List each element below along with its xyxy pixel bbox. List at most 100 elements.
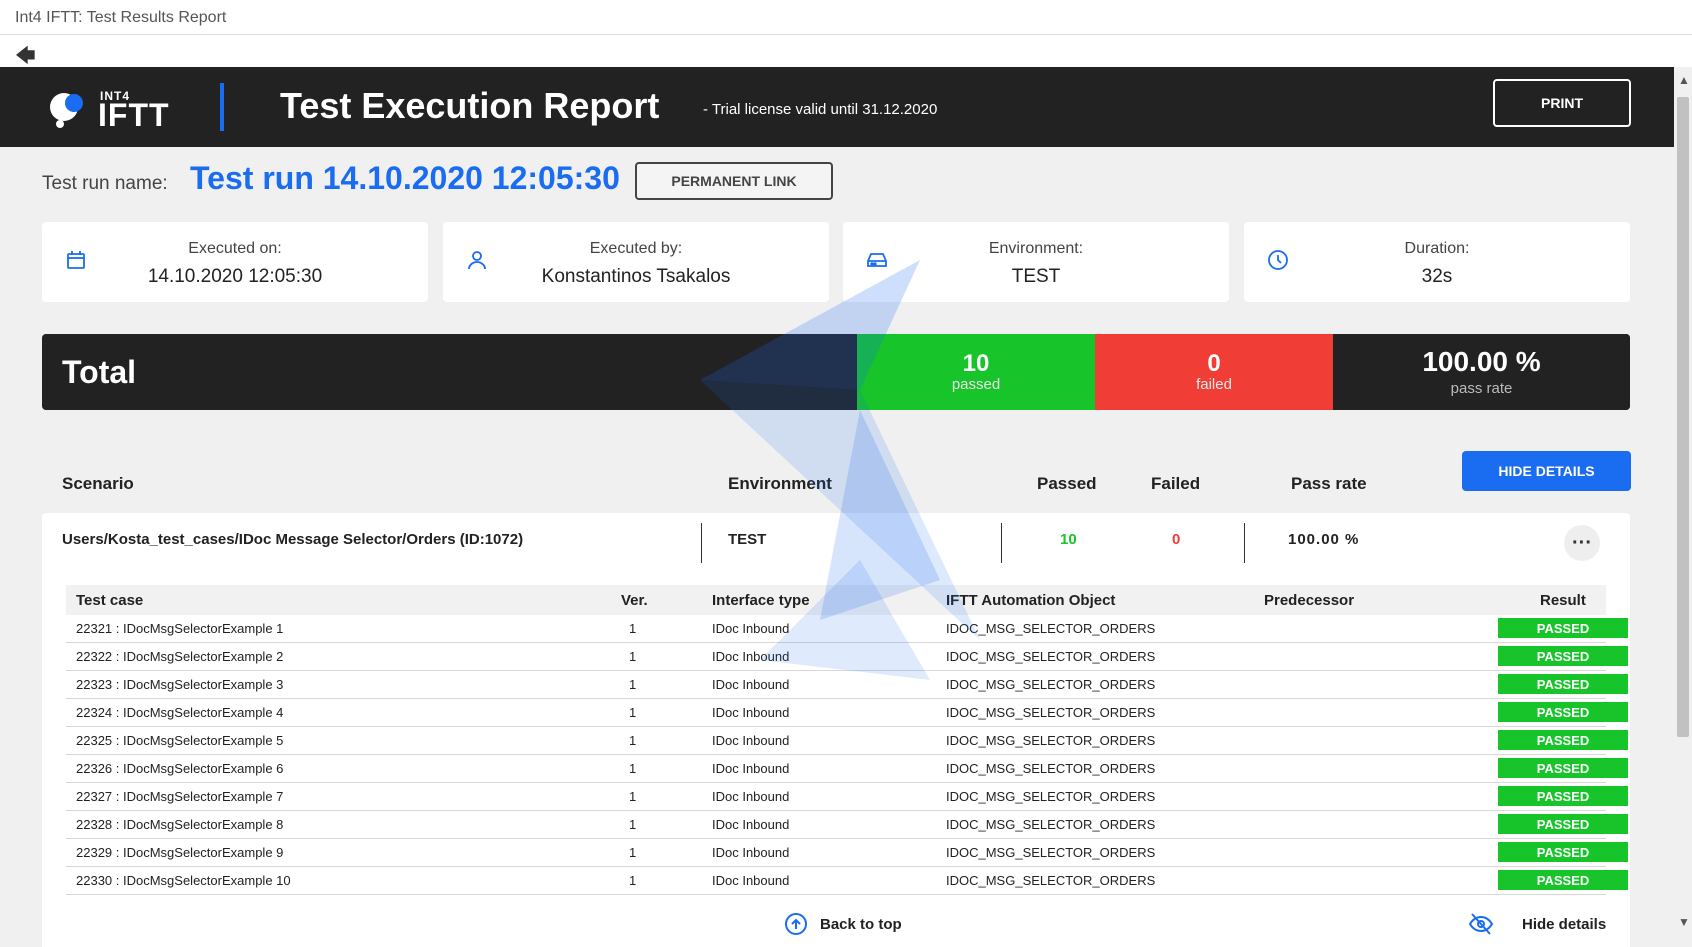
test-case-cell: 22322 : IDocMsgSelectorExample 2 [76,649,284,664]
table-row[interactable]: 22330 : IDocMsgSelectorExample 10 1 IDoc I… [66,867,1628,895]
version-cell: 1 [629,873,637,888]
table-row[interactable]: 22323 : IDocMsgSelectorExample 3 1 IDoc In… [66,671,1628,699]
int4-ifft-logo: INT4 IFTT [44,87,174,133]
browser-navbar: 🡄 [0,35,1692,67]
total-failed-label: failed [1196,376,1232,393]
scenario-passed: 10 [1060,531,1077,548]
table-row[interactable]: 22322 : IDocMsgSelectorExample 2 1 IDoc In… [66,643,1628,671]
interface-type-cell: IDoc Inbound [712,649,790,664]
column-divider [701,523,702,563]
total-summary-bar: Total 10 passed 0 failed 100.00 % pass r… [42,334,1630,410]
executed-on-card: Executed on: 14.10.2020 12:05:30 [42,222,428,302]
automation-object-cell: IDOC_MSG_SELECTOR_ORDERS [946,705,1156,720]
table-row[interactable]: 22325 : IDocMsgSelectorExample 5 1 IDoc In… [66,727,1628,755]
automation-object-cell: IDOC_MSG_SELECTOR_ORDERS [946,677,1156,692]
table-row[interactable]: 22327 : IDocMsgSelectorExample 7 1 IDoc In… [66,783,1628,811]
automation-object-cell: IDOC_MSG_SELECTOR_ORDERS [946,845,1156,860]
table-row[interactable]: 22329 : IDocMsgSelectorExample 9 1 IDoc In… [66,839,1628,867]
report-header: INT4 IFTT Test Execution Report - Trial … [0,67,1674,147]
table-row[interactable]: 22324 : IDocMsgSelectorExample 4 1 IDoc In… [66,699,1628,727]
version-cell: 1 [629,817,637,832]
executed-by-value: Konstantinos Tsakalos [541,266,731,287]
automation-object-cell: IDOC_MSG_SELECTOR_ORDERS [946,649,1156,664]
print-button[interactable]: PRINT [1493,79,1631,127]
interface-type-cell: IDoc Inbound [712,873,790,888]
environment-value: TEST [1011,266,1061,287]
trial-license-note: - Trial license valid until 31.12.2020 [703,101,938,118]
result-badge: PASSED [1498,730,1628,750]
hide-details-label: Hide details [1522,915,1607,933]
total-label: Total [62,354,137,390]
result-header: Result [1540,592,1586,609]
duration-card: Duration: 32s [1244,222,1630,302]
test-case-cell: 22325 : IDocMsgSelectorExample 5 [76,733,284,748]
scenario-name: Users/Kosta_test_cases/IDoc Message Sele… [62,531,524,548]
result-badge: PASSED [1498,618,1628,638]
automation-object-cell: IDOC_MSG_SELECTOR_ORDERS [946,621,1156,636]
total-failed-segment: 0 failed [1095,334,1333,410]
automation-object-cell: IDOC_MSG_SELECTOR_ORDERS [946,761,1156,776]
total-passed-count: 10 [962,350,990,377]
window-title: Int4 IFTT: Test Results Report [15,9,227,26]
logo-mark-icon [50,93,83,128]
panel-footer: Back to top Hide details [42,906,1630,946]
test-case-cell: 22329 : IDocMsgSelectorExample 9 [76,845,284,860]
version-header: Ver. [621,592,648,609]
result-badge: PASSED [1498,674,1628,694]
executed-by-label: Executed by: [589,240,683,257]
hide-details-button[interactable]: HIDE DETAILS [1462,451,1631,491]
interface-type-cell: IDoc Inbound [712,705,790,720]
scroll-up-icon[interactable]: ▲ [1678,73,1690,87]
passed-column-header: Passed [1037,474,1097,493]
interface-type-cell: IDoc Inbound [712,733,790,748]
automation-object-header: IFTT Automation Object [946,592,1116,609]
column-divider [1244,523,1245,563]
test-case-cell: 22323 : IDocMsgSelectorExample 3 [76,677,284,692]
result-badge: PASSED [1498,814,1628,834]
interface-type-cell: IDoc Inbound [712,817,790,832]
result-badge: PASSED [1498,842,1628,862]
scroll-down-icon[interactable]: ▼ [1678,915,1690,929]
automation-object-cell: IDOC_MSG_SELECTOR_ORDERS [946,789,1156,804]
scenario-failed: 0 [1172,531,1181,548]
table-row[interactable]: 22321 : IDocMsgSelectorExample 1 1 IDoc In… [66,615,1628,643]
version-cell: 1 [629,789,637,804]
result-badge: PASSED [1498,758,1628,778]
pass-rate-column-header: Pass rate [1291,474,1367,493]
total-passed-label: passed [951,376,1001,393]
interface-type-cell: IDoc Inbound [712,677,790,692]
eye-off-icon [1468,913,1494,935]
hide-details-link[interactable]: Hide details [1468,912,1606,936]
executed-on-label: Executed on: [188,240,282,257]
table-row[interactable]: 22328 : IDocMsgSelectorExample 8 1 IDoc In… [66,811,1628,839]
result-badge: PASSED [1498,870,1628,890]
more-options-button[interactable]: ··· [1564,525,1600,561]
interface-type-header: Interface type [712,592,810,609]
version-cell: 1 [629,677,637,692]
result-badge: PASSED [1498,786,1628,806]
back-to-top-link[interactable]: Back to top [784,912,902,936]
environment-column-header: Environment [728,474,832,493]
test-case-table: Test case Ver. Interface type IFTT Autom… [66,585,1628,895]
window-titlebar: Int4 IFTT: Test Results Report [0,0,1692,35]
interface-type-cell: IDoc Inbound [712,761,790,776]
executed-by-card: Executed by: Konstantinos Tsakalos [443,222,829,302]
result-badge: PASSED [1498,646,1628,666]
scenario-environment: TEST [728,531,767,548]
scenario-panel: Users/Kosta_test_cases/IDoc Message Sele… [42,513,1630,947]
failed-column-header: Failed [1151,474,1201,493]
table-row[interactable]: 22326 : IDocMsgSelectorExample 6 1 IDoc In… [66,755,1628,783]
environment-card: Environment: TEST [843,222,1229,302]
test-case-cell: 22326 : IDocMsgSelectorExample 6 [76,761,284,776]
scenario-row[interactable]: Users/Kosta_test_cases/IDoc Message Sele… [42,513,1630,583]
scrollbar-thumb[interactable] [1677,97,1689,737]
permanent-link-button[interactable]: PERMANENT LINK [635,162,833,200]
duration-value: 32s [1421,266,1453,287]
vertical-scrollbar[interactable]: ▲ ▼ [1674,67,1692,947]
column-divider [1001,523,1002,563]
header-divider [220,83,224,131]
interface-type-cell: IDoc Inbound [712,845,790,860]
back-to-top-label: Back to top [820,915,902,933]
test-case-cell: 22328 : IDocMsgSelectorExample 8 [76,817,284,832]
total-pass-rate-label: pass rate [1450,380,1513,397]
